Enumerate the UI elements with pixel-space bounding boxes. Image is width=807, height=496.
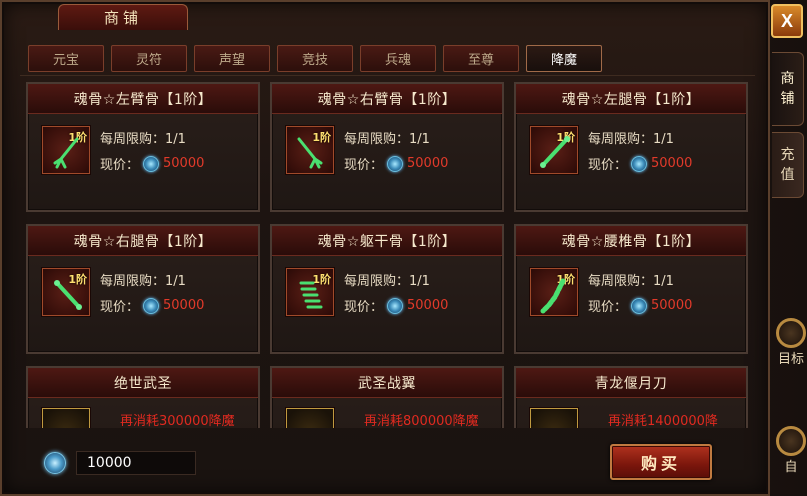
item-slot[interactable]: [286, 408, 334, 428]
tab-xiangmo[interactable]: 降魔: [526, 45, 602, 72]
item-name: 魂骨☆躯干骨【1阶】: [272, 226, 502, 256]
price-row: 现价： 50000: [588, 296, 692, 315]
gem-icon: [631, 297, 648, 314]
item-slot[interactable]: 1阶: [286, 126, 334, 174]
item-card[interactable]: 魂骨☆躯干骨【1阶】 1阶 每周限购：1/1 现价： 50000: [270, 224, 504, 354]
gem-icon: [143, 297, 160, 314]
currency-balance: 10000: [76, 451, 196, 475]
tab-lingfu[interactable]: 灵符: [111, 45, 187, 72]
purchase-limit: 每周限购：1/1: [100, 132, 186, 147]
item-card[interactable]: 绝世武圣 再消耗300000降魔: [26, 366, 260, 428]
tab-shengwang[interactable]: 声望: [194, 45, 270, 72]
item-card[interactable]: 青龙偃月刀 再消耗1400000降: [514, 366, 748, 428]
item-name: 青龙偃月刀: [516, 368, 746, 398]
ribcage-icon: [299, 281, 323, 309]
leg-bone-icon: [54, 280, 82, 310]
gem-icon: [143, 155, 160, 172]
purchase-limit: 每周限购：1/1: [344, 132, 430, 147]
item-name: 魂骨☆左臂骨【1阶】: [28, 84, 258, 114]
item-name: 绝世武圣: [28, 368, 258, 398]
item-slot[interactable]: 1阶: [530, 268, 578, 316]
price-value: 50000: [163, 298, 205, 313]
purchase-limit: 每周限购：1/1: [588, 274, 674, 289]
target-icon: [776, 318, 806, 348]
price-label: 现价：: [588, 158, 628, 173]
auto-shortcut-label: 自: [784, 460, 798, 475]
item-card[interactable]: 武圣战翼 再消耗800000降魔: [270, 366, 504, 428]
item-name: 武圣战翼: [272, 368, 502, 398]
price-row: 现价： 50000: [100, 296, 204, 315]
tab-yuanbao[interactable]: 元宝: [28, 45, 104, 72]
tab-binghun[interactable]: 兵魂: [360, 45, 436, 72]
leg-bone-icon: [540, 136, 570, 168]
item-name: 魂骨☆右臂骨【1阶】: [272, 84, 502, 114]
item-name: 魂骨☆腰椎骨【1阶】: [516, 226, 746, 256]
item-card[interactable]: 魂骨☆右臂骨【1阶】 1阶 每周限购：1/1 现价： 50000: [270, 82, 504, 212]
item-card[interactable]: 魂骨☆右腿骨【1阶】 1阶 每周限购：1/1 现价： 50000: [26, 224, 260, 354]
price-label: 现价：: [100, 300, 140, 315]
currency-gem-icon: [44, 452, 66, 474]
price-value: 50000: [651, 298, 693, 313]
tab-jingji[interactable]: 竞技: [277, 45, 353, 72]
side-tab-recharge-label-1: 充: [780, 147, 795, 163]
price-row: 现价： 50000: [588, 154, 692, 173]
item-slot[interactable]: [530, 408, 578, 428]
gem-icon: [387, 155, 404, 172]
price-row: 现价： 50000: [344, 296, 448, 315]
purchase-limit: 每周限购：1/1: [588, 132, 674, 147]
category-bar: 元宝 灵符 声望 竞技 兵魂 至尊 降魔: [20, 40, 755, 76]
close-button[interactable]: X: [771, 4, 803, 38]
item-slot[interactable]: 1阶: [42, 268, 90, 316]
target-shortcut-label: 目标: [777, 352, 804, 367]
price-value: 50000: [407, 298, 449, 313]
price-label: 现价：: [344, 158, 384, 173]
arm-bone-icon: [297, 137, 323, 169]
window-title: 商铺: [58, 4, 188, 30]
item-requirement: 再消耗1400000降: [608, 414, 718, 428]
item-card[interactable]: 魂骨☆左腿骨【1阶】 1阶 每周限购：1/1 现价： 50000: [514, 82, 748, 212]
auto-shortcut[interactable]: 自: [776, 426, 806, 476]
auto-icon: [776, 426, 806, 456]
gem-icon: [631, 155, 648, 172]
purchase-limit: 每周限购：1/1: [344, 274, 430, 289]
price-value: 50000: [163, 156, 205, 171]
item-slot[interactable]: 1阶: [42, 126, 90, 174]
item-name: 魂骨☆右腿骨【1阶】: [28, 226, 258, 256]
price-value: 50000: [407, 156, 449, 171]
item-slot[interactable]: 1阶: [530, 126, 578, 174]
item-slot[interactable]: [42, 408, 90, 428]
price-row: 现价： 50000: [344, 154, 448, 173]
spine-icon: [540, 278, 566, 314]
tab-zhizun[interactable]: 至尊: [443, 45, 519, 72]
price-label: 现价：: [344, 300, 384, 315]
side-tab-shop-label-2: 铺: [780, 91, 795, 107]
item-grid: 魂骨☆左臂骨【1阶】 1阶 每周限购：1/1 现价： 50000 魂骨☆右臂骨【…: [26, 82, 764, 428]
price-label: 现价：: [100, 158, 140, 173]
item-requirement: 再消耗800000降魔: [364, 414, 479, 428]
price-row: 现价： 50000: [100, 154, 204, 173]
side-tab-shop[interactable]: 商 铺: [772, 52, 804, 126]
purchase-limit: 每周限购：1/1: [100, 274, 186, 289]
side-tab-shop-label-1: 商: [780, 71, 795, 87]
bottom-bar: 10000 购买: [20, 432, 765, 492]
side-tab-recharge[interactable]: 充 值: [772, 132, 804, 198]
side-tab-recharge-label-2: 值: [780, 167, 795, 183]
price-label: 现价：: [588, 300, 628, 315]
buy-button[interactable]: 购买: [610, 444, 712, 480]
item-requirement: 再消耗300000降魔: [120, 414, 235, 428]
item-slot[interactable]: 1阶: [286, 268, 334, 316]
item-card[interactable]: 魂骨☆左臂骨【1阶】 1阶 每周限购：1/1 现价： 50000: [26, 82, 260, 212]
arm-bone-icon: [53, 137, 79, 169]
target-shortcut[interactable]: 目标: [776, 318, 806, 368]
price-value: 50000: [651, 156, 693, 171]
item-card[interactable]: 魂骨☆腰椎骨【1阶】 1阶 每周限购：1/1 现价： 50000: [514, 224, 748, 354]
gem-icon: [387, 297, 404, 314]
item-name: 魂骨☆左腿骨【1阶】: [516, 84, 746, 114]
